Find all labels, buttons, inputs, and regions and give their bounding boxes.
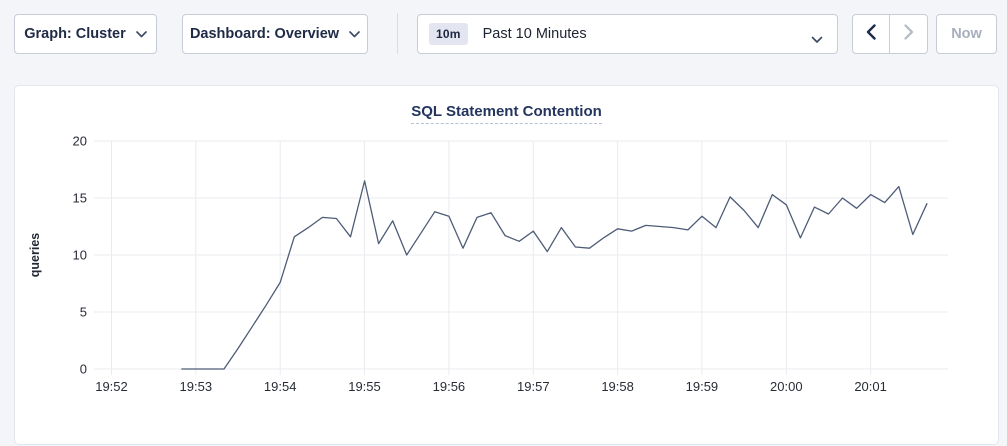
time-range-badge: 10m bbox=[429, 23, 468, 45]
svg-text:19:52: 19:52 bbox=[95, 379, 128, 394]
svg-text:15: 15 bbox=[73, 191, 87, 206]
svg-text:19:57: 19:57 bbox=[517, 379, 550, 394]
dashboard-dropdown[interactable]: Dashboard: Overview bbox=[182, 14, 368, 54]
toolbar-divider bbox=[397, 13, 398, 54]
svg-text:10: 10 bbox=[73, 248, 87, 263]
dashboard-dropdown-label: Dashboard: Overview bbox=[190, 26, 339, 42]
graph-dropdown[interactable]: Graph: Cluster bbox=[14, 14, 157, 54]
chevron-left-icon bbox=[866, 24, 876, 45]
svg-text:19:58: 19:58 bbox=[601, 379, 634, 394]
line-chart[interactable]: 0 5 10 15 20 19:52 19:53 19:54 19:55 19:56 19:57 19… bbox=[15, 86, 1000, 446]
chart-panel: SQL Statement Contention 0510152019:5219… bbox=[14, 85, 999, 445]
now-button[interactable]: Now bbox=[936, 14, 997, 54]
svg-text:5: 5 bbox=[80, 305, 87, 320]
svg-text:19:59: 19:59 bbox=[686, 379, 719, 394]
toolbar: Graph: Cluster Dashboard: Overview 10m P… bbox=[0, 0, 1007, 68]
previous-time-button[interactable] bbox=[853, 15, 890, 53]
svg-text:19:54: 19:54 bbox=[264, 379, 297, 394]
svg-text:20:01: 20:01 bbox=[854, 379, 887, 394]
time-range-selector[interactable]: 10m Past 10 Minutes bbox=[417, 14, 838, 54]
now-button-label: Now bbox=[951, 26, 982, 42]
svg-text:queries: queries bbox=[28, 233, 42, 278]
chevron-right-icon bbox=[904, 24, 914, 45]
chevron-down-icon bbox=[811, 31, 823, 49]
svg-text:0: 0 bbox=[80, 362, 87, 377]
time-step-control bbox=[852, 14, 928, 54]
next-time-button[interactable] bbox=[890, 15, 927, 53]
svg-text:19:56: 19:56 bbox=[433, 379, 466, 394]
chevron-down-icon bbox=[349, 26, 360, 42]
svg-text:20: 20 bbox=[73, 134, 87, 149]
chevron-down-icon bbox=[136, 26, 147, 42]
graph-dropdown-label: Graph: Cluster bbox=[24, 26, 126, 42]
svg-text:20:00: 20:00 bbox=[770, 379, 803, 394]
svg-text:19:55: 19:55 bbox=[348, 379, 381, 394]
svg-text:19:53: 19:53 bbox=[180, 379, 213, 394]
time-range-label: Past 10 Minutes bbox=[483, 26, 587, 42]
